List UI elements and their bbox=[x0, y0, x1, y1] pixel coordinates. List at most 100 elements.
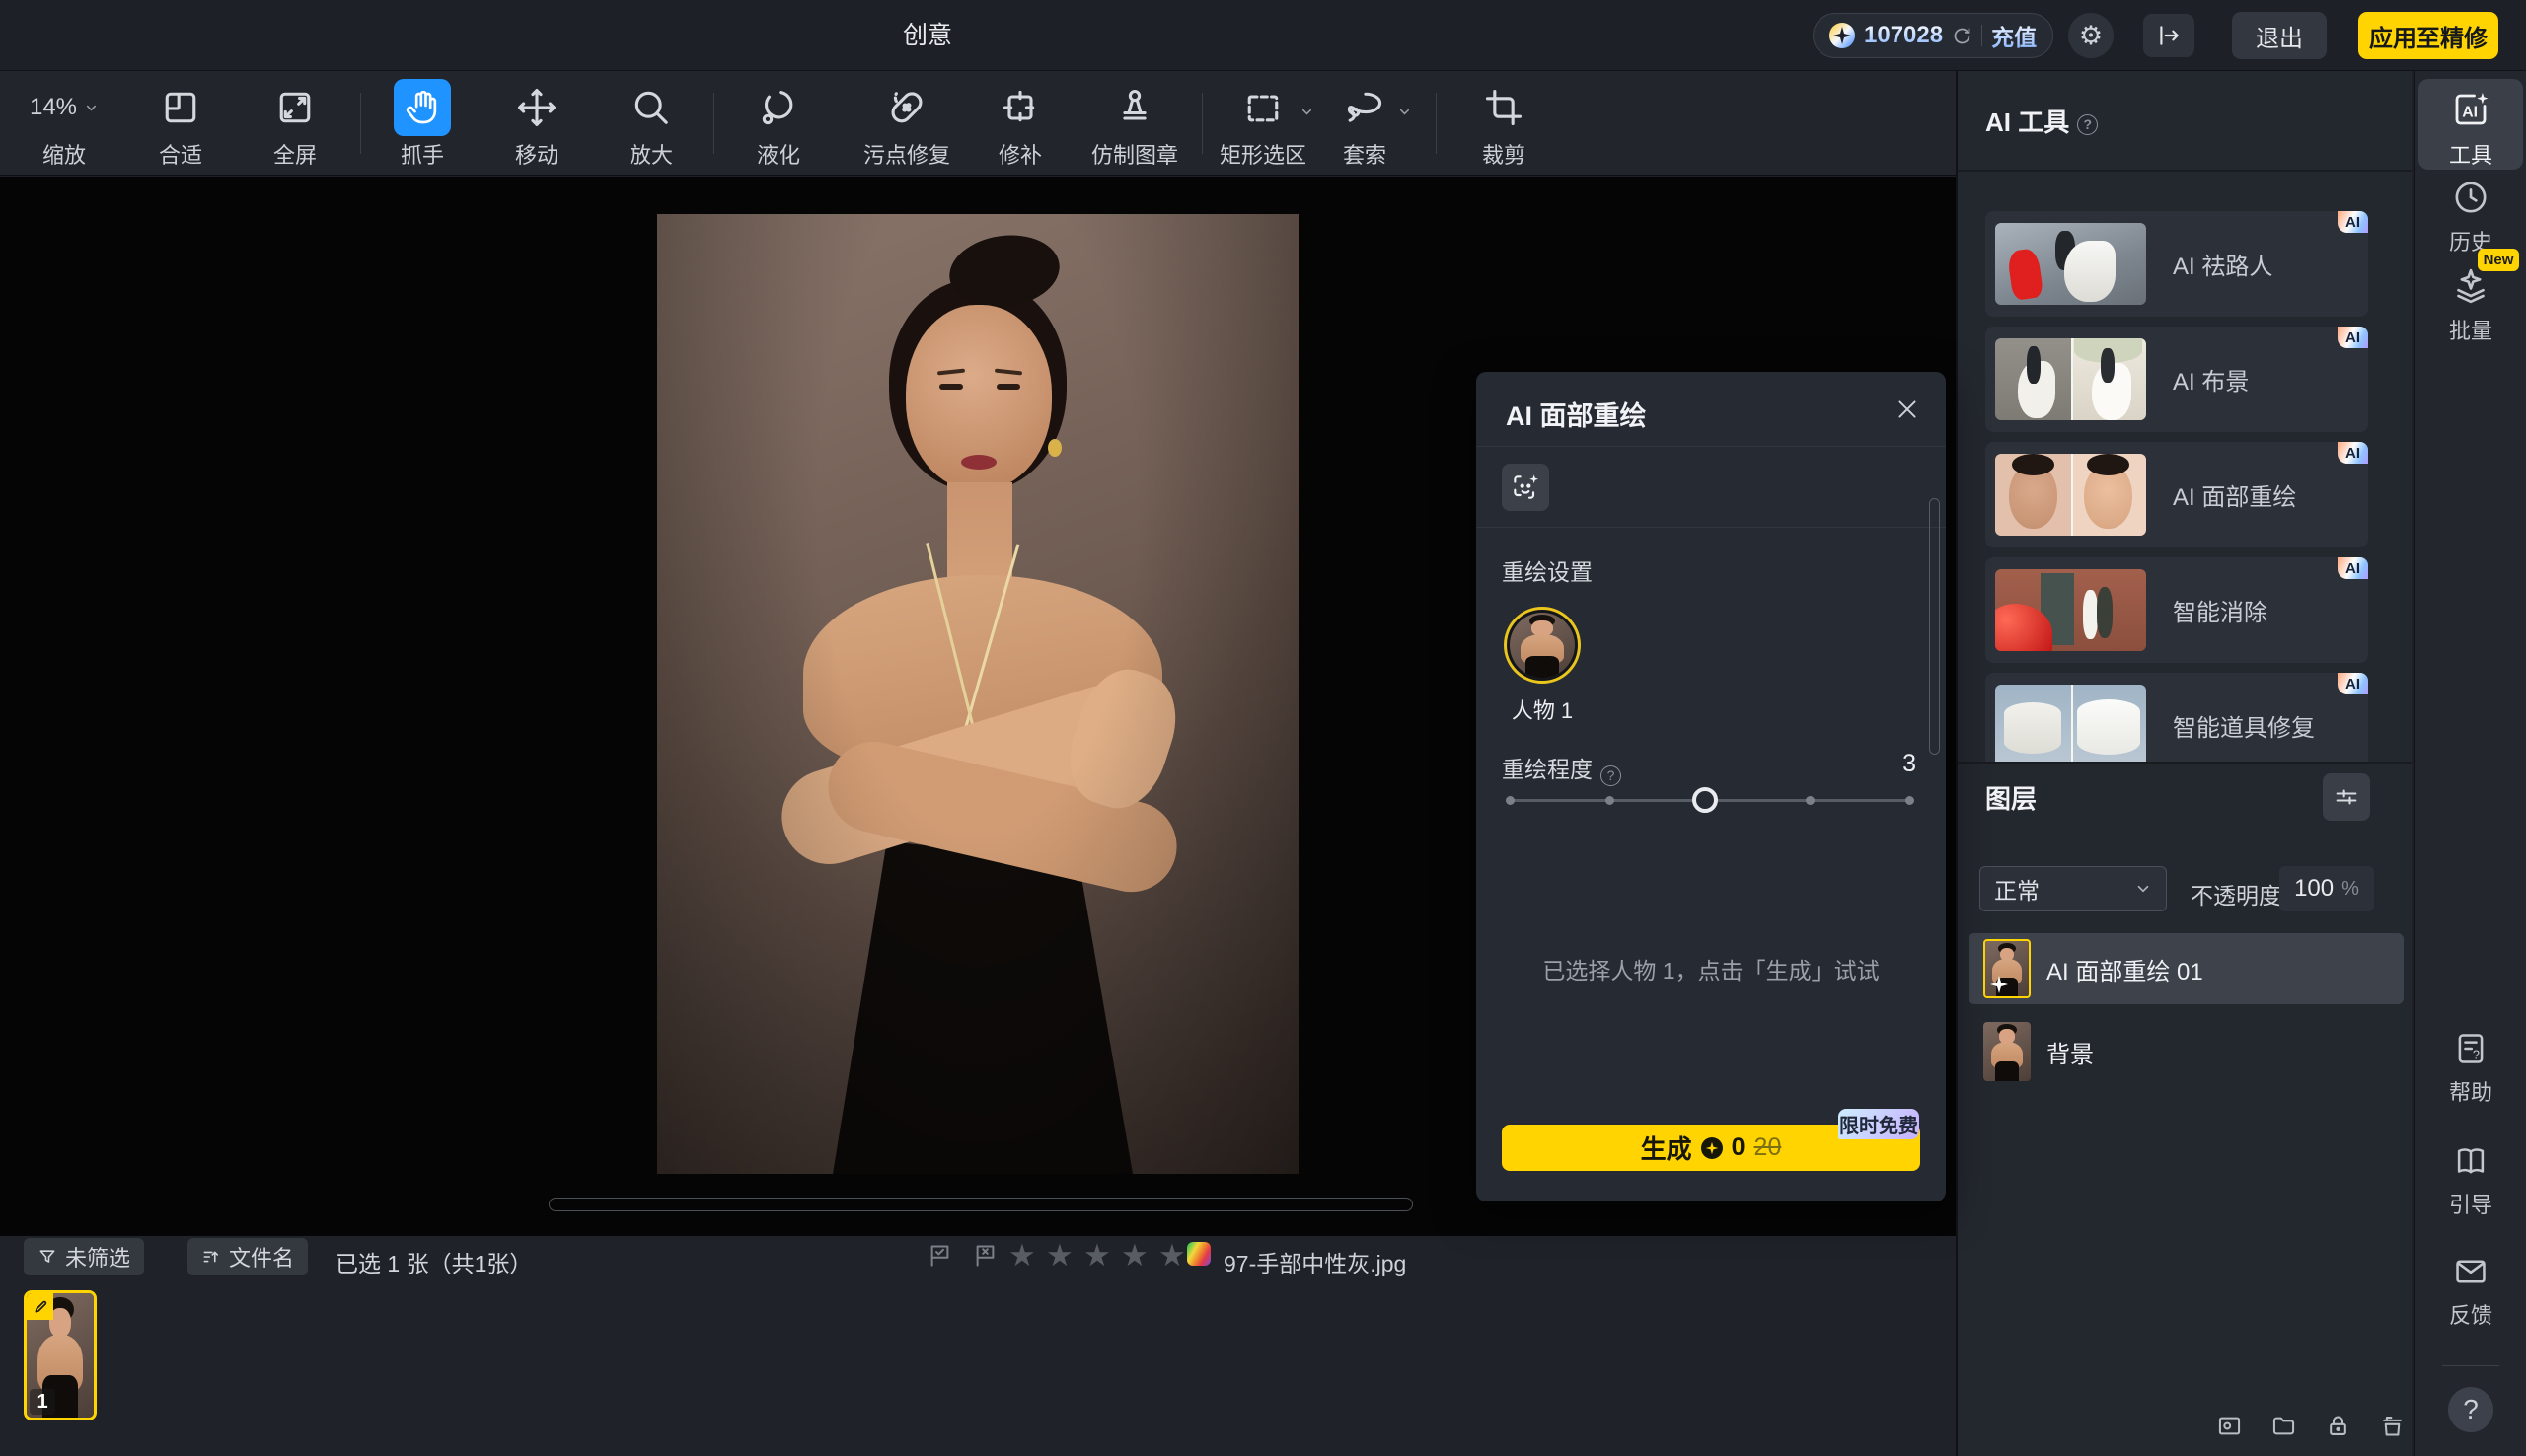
ai-tool-card-scene[interactable]: AI 布景 AI bbox=[1985, 327, 2368, 432]
right-sidebar: AI 工具? AI 祛路人 AI AI 布景 AI bbox=[1956, 71, 2412, 1456]
layer-row-background[interactable]: 背景 bbox=[1969, 1016, 2404, 1087]
exit-button[interactable]: 退出 bbox=[2232, 12, 2327, 59]
layer-thumbnail bbox=[1983, 939, 2031, 998]
ai-tools-icon: AI bbox=[2450, 89, 2491, 130]
repaint-settings-label: 重绘设置 bbox=[1502, 553, 1593, 587]
filter-button[interactable]: 未筛选 bbox=[24, 1238, 144, 1275]
close-icon[interactable] bbox=[1894, 397, 1920, 422]
ai-tool-card-remove-passerby[interactable]: AI 祛路人 AI bbox=[1985, 211, 2368, 317]
toolbar-item-zoom-in[interactable]: 放大 bbox=[577, 79, 725, 170]
sparkle-icon bbox=[1989, 975, 2009, 994]
snapshot-icon bbox=[2216, 1413, 2243, 1439]
slider-stop bbox=[1905, 796, 1914, 805]
opacity-value: 100 bbox=[2294, 875, 2334, 903]
rail-item-batch[interactable]: 批量 bbox=[2415, 266, 2526, 345]
export-button[interactable] bbox=[2143, 14, 2194, 57]
gear-icon: ⚙ bbox=[2079, 21, 2103, 51]
strength-value: 3 bbox=[1902, 750, 1916, 778]
lock-button[interactable] bbox=[2325, 1413, 2351, 1439]
face-sparkle-icon bbox=[1510, 472, 1541, 503]
sliders-icon bbox=[2333, 783, 2360, 811]
star-icon[interactable]: ★ bbox=[1083, 1236, 1111, 1275]
strength-slider[interactable] bbox=[1506, 790, 1914, 810]
section-divider bbox=[1958, 762, 2412, 764]
layers-header: 图层 bbox=[1985, 779, 2037, 816]
help-question-button[interactable]: ? bbox=[2448, 1387, 2493, 1432]
toolbar-item-crop[interactable]: 裁剪 bbox=[1430, 79, 1578, 170]
ai-badge: AI bbox=[2338, 327, 2368, 348]
rail-divider bbox=[2442, 1365, 2499, 1366]
opacity-unit: % bbox=[2341, 878, 2359, 901]
question-icon[interactable]: ? bbox=[2077, 114, 2098, 135]
snapshot-button[interactable] bbox=[2216, 1413, 2243, 1439]
tool-thumbnail bbox=[1995, 685, 2146, 762]
tool-thumbnail bbox=[1995, 569, 2146, 651]
price-now: 0 bbox=[1732, 1133, 1746, 1162]
trash-icon bbox=[2379, 1413, 2406, 1439]
slider-handle[interactable] bbox=[1692, 787, 1718, 813]
bandaid-icon bbox=[885, 86, 929, 129]
lock-icon bbox=[2325, 1413, 2351, 1439]
batch-sparkle-icon bbox=[2451, 266, 2490, 306]
sort-button[interactable]: 文件名 bbox=[187, 1238, 308, 1275]
horizontal-scrollbar[interactable] bbox=[549, 1198, 1413, 1211]
layer-row-face-repaint[interactable]: AI 面部重绘 01 bbox=[1969, 933, 2404, 1004]
face-repaint-mode-button[interactable] bbox=[1502, 464, 1549, 511]
opacity-label: 不透明度 bbox=[2191, 877, 2281, 910]
coin-icon bbox=[1829, 23, 1855, 48]
ai-tools-list: AI 祛路人 AI AI 布景 AI AI 面部重绘 A bbox=[1958, 172, 2412, 762]
rail-item-feedback[interactable]: 反馈 bbox=[2415, 1253, 2526, 1330]
apply-to-retouch-button[interactable]: 应用至精修 bbox=[2358, 12, 2498, 59]
star-icon[interactable]: ★ bbox=[1008, 1236, 1036, 1275]
ai-badge: AI bbox=[2338, 442, 2368, 464]
credits-value: 107028 bbox=[1864, 22, 1943, 49]
star-icon[interactable]: ★ bbox=[1158, 1236, 1186, 1275]
move-icon bbox=[515, 86, 558, 129]
photo-vignette bbox=[657, 214, 1299, 1174]
layer-adjust-button[interactable] bbox=[2323, 773, 2370, 821]
ai-tool-card-face-repaint[interactable]: AI 面部重绘 AI bbox=[1985, 442, 2368, 547]
credits-pill[interactable]: 107028 充值 bbox=[1813, 13, 2053, 58]
filmstrip-thumbnail[interactable]: 1 bbox=[24, 1290, 97, 1420]
star-icon[interactable]: ★ bbox=[1121, 1236, 1149, 1275]
rail-item-help[interactable]: ? 帮助 bbox=[2415, 1030, 2526, 1107]
zoom-level-value: 14% bbox=[30, 94, 77, 121]
panel-scrollbar[interactable] bbox=[1929, 498, 1940, 755]
generation-hint: 已选择人物 1，点击「生成」试试 bbox=[1476, 952, 1946, 985]
star-icon[interactable]: ★ bbox=[1046, 1236, 1074, 1275]
thumbnail-index: 1 bbox=[30, 1389, 55, 1415]
panel-title: AI 面部重绘 bbox=[1506, 395, 1647, 433]
photo-portrait[interactable] bbox=[657, 214, 1299, 1174]
delete-layer-button[interactable] bbox=[2379, 1413, 2406, 1439]
crop-icon bbox=[1482, 86, 1525, 129]
ai-face-repaint-panel: AI 面部重绘 重绘设置 人物 1 重绘程度? 3 bbox=[1476, 372, 1946, 1201]
rail-item-history[interactable]: 历史 bbox=[2415, 178, 2526, 256]
current-filename: 97-手部中性灰.jpg bbox=[1224, 1245, 1406, 1278]
person-avatar[interactable] bbox=[1504, 607, 1581, 684]
color-label-swatch[interactable] bbox=[1187, 1242, 1211, 1266]
folder-icon bbox=[2270, 1413, 2297, 1439]
toolbar-item-liquify[interactable]: 液化 bbox=[705, 79, 853, 170]
flag-pick-icon[interactable] bbox=[927, 1242, 953, 1269]
rail-item-guide[interactable]: 引导 bbox=[2415, 1142, 2526, 1219]
ai-badge: AI bbox=[2338, 673, 2368, 694]
selection-count: 已选 1 张（共1张） bbox=[335, 1245, 532, 1278]
opacity-input[interactable]: 100 % bbox=[2279, 866, 2374, 911]
new-folder-button[interactable] bbox=[2270, 1413, 2297, 1439]
ai-tool-card-smart-erase[interactable]: 智能消除 AI bbox=[1985, 557, 2368, 663]
strength-label: 重绘程度? bbox=[1502, 751, 1621, 786]
recharge-button[interactable]: 充值 bbox=[1991, 19, 2037, 52]
chevron-down-icon bbox=[2134, 880, 2152, 898]
toolbar-item-lasso[interactable]: 套索 bbox=[1291, 79, 1439, 170]
toolbar-item-fullscreen[interactable]: 全屏 bbox=[221, 79, 369, 170]
ai-tool-card-prop-repair[interactable]: 智能道具修复 AI bbox=[1985, 673, 2368, 762]
refresh-icon[interactable] bbox=[1952, 26, 1972, 46]
fit-icon bbox=[159, 86, 202, 129]
blend-mode-select[interactable]: 正常 bbox=[1979, 866, 2167, 911]
app-window: 创意 107028 充值 ⚙ 退出 应用至精修 bbox=[0, 0, 2526, 1456]
settings-button[interactable]: ⚙ bbox=[2068, 13, 2114, 58]
toolbar-item-clone-stamp[interactable]: 仿制图章 bbox=[1061, 79, 1209, 170]
flag-reject-icon[interactable] bbox=[972, 1242, 999, 1269]
rail-item-tools[interactable]: AI 工具 bbox=[2415, 89, 2526, 170]
question-icon[interactable]: ? bbox=[1600, 765, 1621, 786]
